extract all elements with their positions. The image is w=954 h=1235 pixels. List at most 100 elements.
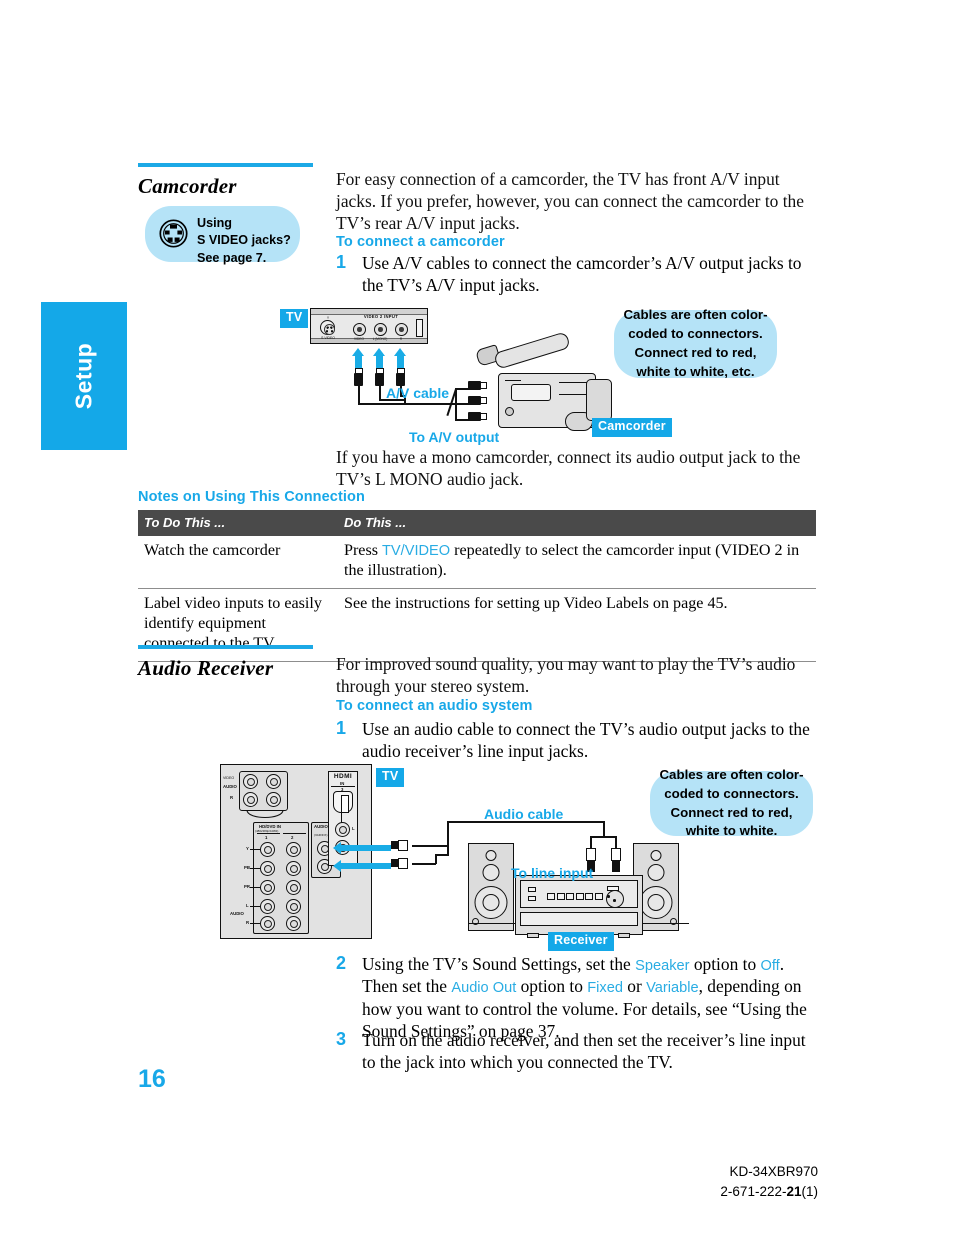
callout-line-3: See page 7.: [197, 250, 267, 265]
camcorder-intro-text: For easy connection of a camcorder, the …: [336, 169, 804, 234]
tv-rear-panel: VIDEO AUDIO R HD/DVD IN (480i/480p/1080i…: [220, 764, 372, 939]
audio-step-3: 3 Turn on the audio receiver, and then s…: [336, 1029, 816, 1073]
label-y: Y: [246, 846, 249, 851]
hdmi-port-icon: [333, 791, 353, 813]
step2-part-2: option to: [689, 954, 761, 974]
pr-jack-1: [260, 880, 275, 895]
pb-jack-2: [286, 861, 301, 876]
rca-plug-receiver-2: [609, 848, 622, 872]
label-video: VIDEO: [223, 776, 235, 780]
jack-label-video: VIDEO: [354, 337, 364, 341]
action-text-pre: Press: [344, 542, 383, 559]
cable-seg: [447, 822, 449, 854]
to-av-output-label: To A/V output: [409, 429, 500, 445]
audio-out-keyword: Audio Out: [451, 980, 517, 997]
cable-split: [455, 403, 469, 405]
video-in-jack: [243, 774, 258, 789]
step2-part-8: or: [622, 976, 647, 997]
callout-line-1: Using: [197, 216, 232, 230]
camcorder-lens: [586, 379, 612, 421]
step-text: Use an audio cable to connect the TV’s a…: [362, 719, 810, 762]
label-r-2: R: [246, 920, 250, 925]
receiver-faceplate: [520, 880, 638, 908]
audio-receiver-section-header: Audio Receiver: [138, 645, 313, 681]
cable-seg: [412, 863, 436, 865]
jack-label-l: L (MONO): [372, 337, 388, 341]
label-r: R: [230, 795, 234, 800]
camcorder-knob: [505, 407, 514, 416]
notes-table-wrap: To Do This ... Do This ... Watch the cam…: [138, 510, 816, 662]
connection-arrow-r: [333, 860, 391, 872]
audio-l-jack-2: [260, 899, 275, 914]
sidebar-section-tab: Setup: [41, 302, 127, 450]
receiver-chassis: [515, 875, 643, 935]
step2-part-0: Using the TV’s Sound Settings, set the: [362, 954, 636, 974]
panel-slot: [416, 319, 423, 337]
cable-split: [455, 388, 469, 390]
audio-color-code-bubble: Cables are often color-coded to connecto…: [650, 767, 813, 838]
doc-code-post: (1): [801, 1183, 819, 1199]
cable-split: [455, 419, 469, 421]
tv-video-keyword: TV/VIDEO: [382, 543, 451, 559]
hdmi-audio-l-jack: [335, 822, 350, 837]
s-video-port-icon: [320, 320, 335, 335]
step2-part-6: option to: [516, 976, 588, 997]
camcorder-section-header: Camcorder: [138, 163, 313, 199]
diagram-tv-chip: TV: [280, 309, 309, 328]
step-number: 1: [336, 718, 347, 738]
audio-l-jack: [374, 323, 387, 336]
cell-to-do-this: Watch the camcorder: [138, 536, 338, 589]
cable-seg: [435, 854, 449, 856]
page-number: 16: [138, 1065, 166, 1093]
audio-r-jack-2: [260, 916, 275, 931]
cell-do-this: See the instructions for setting up Vide…: [338, 588, 816, 662]
label-port-2: 2: [291, 835, 294, 840]
av-cable-label: A/V cable: [386, 385, 450, 401]
audio-cable-label: Audio cable: [484, 806, 564, 822]
s-video-callout: Using S VIDEO jacks? See page 7.: [145, 206, 300, 265]
model-number: KD-34XBR970: [729, 1164, 818, 1179]
audio-r-jack-3: [286, 916, 301, 931]
audio-step-1: 1 Use an audio cable to connect the TV’s…: [336, 718, 816, 762]
receiver-chip: Receiver: [548, 932, 614, 951]
step-number: 3: [336, 1029, 347, 1049]
to-line-input-label: To line input: [511, 865, 594, 881]
notes-heading: Notes on Using This Connection: [138, 489, 365, 505]
video-jack: [353, 323, 366, 336]
hdmi-label: HDMI: [333, 773, 353, 780]
y-jack-1: [260, 842, 275, 857]
audio-l-jack: [243, 792, 258, 807]
cable-trunk: [404, 403, 456, 405]
cable-seg: [603, 821, 605, 837]
rca-plug-tv-1: [354, 366, 363, 386]
section-rule: [138, 163, 313, 167]
step-text: Turn on the audio receiver, and then set…: [362, 1030, 806, 1073]
manual-page: Setup Camcorder Using S VIDEO jacks? See…: [0, 0, 954, 1235]
fixed-keyword: Fixed: [587, 980, 623, 997]
receiver-unit: [468, 875, 689, 938]
column-header-to-do-this: To Do This ...: [138, 510, 338, 536]
left-speaker: [468, 843, 514, 931]
pr-jack-2: [286, 880, 301, 895]
notes-table: To Do This ... Do This ... Watch the cam…: [138, 510, 816, 662]
audio-r-jack: [395, 323, 408, 336]
label-audio-out-sub: (VAR/FIX): [314, 833, 328, 837]
camcorder-section-title: Camcorder: [138, 174, 237, 198]
y-jack-2: [286, 842, 301, 857]
step-text: Use A/V cables to connect the camcorder’…: [362, 253, 802, 296]
receiver-buttons: [547, 893, 603, 900]
camcorder-step-1: 1 Use A/V cables to connect the camcorde…: [336, 252, 816, 296]
footer-document-code: KD-34XBR970 2-671-222-21(1): [720, 1162, 818, 1201]
pb-jack-1: [260, 861, 275, 876]
cable-seg: [412, 845, 448, 847]
doc-code-pre: 2-671-222-: [720, 1183, 787, 1199]
column-header-do-this: Do This ...: [338, 510, 816, 536]
section-rule: [138, 645, 313, 649]
cable-split: [591, 836, 617, 838]
camcorder-color-code-bubble: Cables are often color-coded to connecto…: [614, 307, 777, 379]
video-in-jack-2: [266, 774, 281, 789]
doc-code-bold: 21: [786, 1183, 802, 1199]
connection-arrow-l: [333, 842, 391, 854]
speaker-keyword: Speaker: [635, 958, 690, 974]
doc-code: 2-671-222-21(1): [720, 1182, 818, 1202]
